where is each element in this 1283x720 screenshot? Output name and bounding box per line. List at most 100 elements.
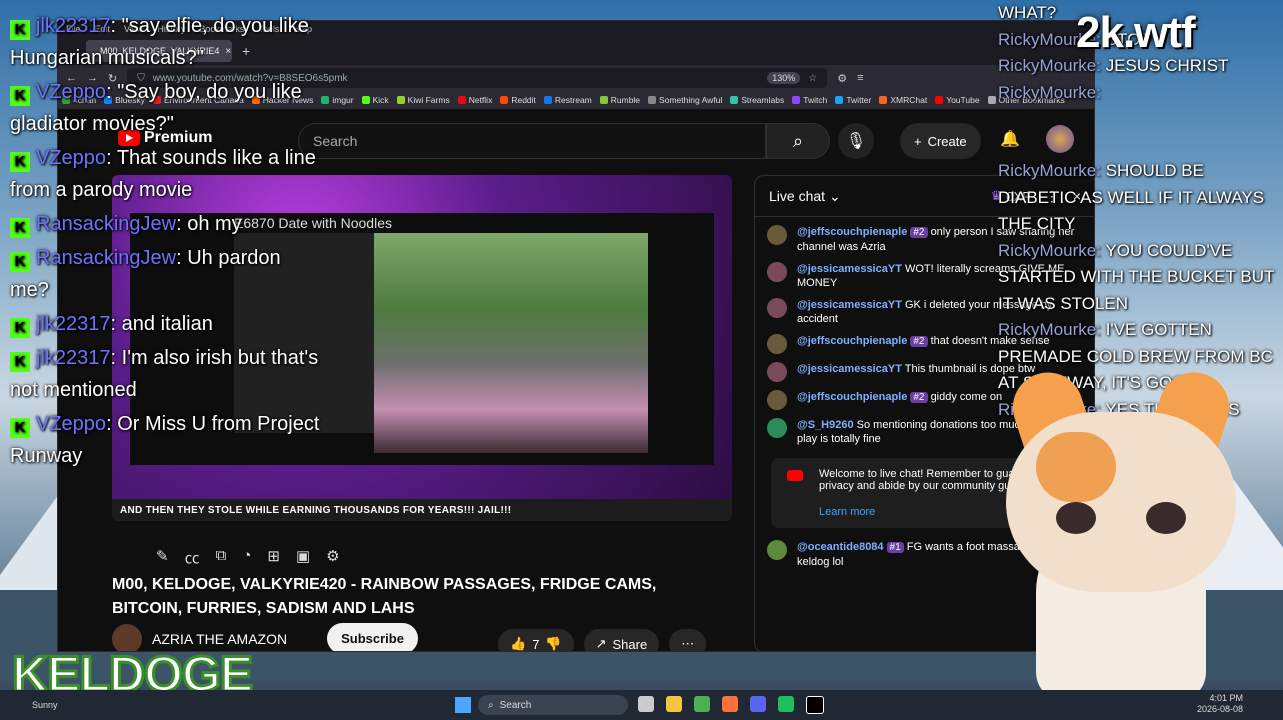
chat-username[interactable]: @jessicamessicaYT (797, 263, 902, 275)
video-actions: 👍 7 👎 ↗ Share ⋯ (498, 629, 707, 652)
taskbar-search-label: Search (499, 699, 532, 711)
bookmark-item[interactable]: YouTube (935, 95, 980, 105)
overlay-chat-message: K VZeppo: Or Miss U from Project Runway (10, 408, 320, 472)
chat-username[interactable]: @jeffscouchpienaple (797, 226, 907, 238)
overlay-username: VZeppo (36, 147, 107, 169)
mascot-eye (1146, 502, 1186, 534)
right-chat-message: RickyMourke: YOU COULD'VE STARTED WITH T… (998, 238, 1283, 318)
create-button[interactable]: + Create (900, 123, 981, 159)
clock-date: 2026-08-08 (1196, 704, 1243, 714)
bookmark-favicon-icon (543, 96, 552, 104)
app-icon[interactable] (778, 696, 794, 712)
file-explorer-icon[interactable] (666, 696, 682, 712)
separator: : (110, 313, 122, 335)
voice-search-button[interactable]: 🎙 (838, 123, 874, 159)
bookmark-item[interactable]: Netflix (457, 95, 492, 105)
bookmark-item[interactable]: Twitter (835, 95, 871, 105)
discord-icon[interactable] (750, 696, 766, 712)
bookmark-label: Twitch (803, 95, 828, 105)
chrome-icon[interactable] (694, 696, 710, 712)
pencil-icon[interactable]: ✎ (156, 547, 169, 568)
overlay-chat-message: Kjlk22317: I'm also irish but that's not… (10, 342, 320, 406)
chat-avatar[interactable] (767, 540, 787, 560)
bookmark-item[interactable]: Kick (361, 95, 389, 105)
bookmark-label: Reddit (511, 95, 536, 105)
chat-username[interactable]: @jessicamessicaYT (797, 363, 902, 375)
chat-username[interactable]: @jeffscouchpienaple (797, 335, 907, 347)
bookmark-favicon-icon (648, 96, 657, 104)
taskbar-search[interactable]: ⌕ Search (478, 695, 628, 715)
right-chat-text: JESUS CHRIST (1105, 56, 1229, 75)
clock-time: 4:01 PM (1209, 693, 1243, 703)
bookmark-label: Twitter (846, 95, 872, 105)
chat-username[interactable]: @oceantide8084 (797, 541, 884, 553)
bookmark-item[interactable]: XMRChat (879, 95, 927, 105)
subscribe-button[interactable]: Subscribe (327, 623, 418, 651)
video-title: M00, KELDOGE, VALKYRIE420 - RAINBOW PASS… (112, 576, 657, 617)
bookmark-item[interactable]: Reddit (500, 95, 536, 105)
chat-username[interactable]: @S_H9260 (797, 419, 854, 431)
chat-avatar[interactable] (767, 262, 787, 282)
kick-icon: K (10, 252, 30, 272)
chat-avatar[interactable] (767, 390, 787, 410)
bookmark-label: Kick (372, 95, 389, 105)
overlay-username: jlk22317 (36, 347, 111, 369)
r-app-icon[interactable] (806, 696, 824, 714)
bookmark-item[interactable]: Something Awful (648, 95, 722, 105)
right-chat-message: RickyMourke: SHOULD BE DIABETIC AS WELL … (998, 158, 1283, 238)
star-icon[interactable]: ☆ (808, 73, 817, 84)
chat-username[interactable]: @jeffscouchpienaple (797, 391, 907, 403)
overlay-message-text: oh my (187, 213, 242, 235)
extensions-icon[interactable]: ⚙ (837, 72, 847, 85)
chat-avatar[interactable] (767, 334, 787, 354)
settings-gear-icon[interactable]: ⚙ (326, 547, 339, 568)
bookmark-item[interactable]: Streamlabs (730, 95, 784, 105)
right-chat-overlay: WHAT? RickyMourke: STOP RickyMourke: JESUS… (998, 0, 1283, 423)
like-count: 7 (532, 636, 540, 652)
weather-widget[interactable]: Sunny (32, 700, 58, 710)
plus-icon: + (914, 133, 922, 149)
taskbar: Sunny ⌕ Search 4:01 PM 2026-08-08 (0, 690, 1283, 720)
search-button[interactable]: ⌕ (766, 123, 830, 159)
chat-avatar[interactable] (767, 418, 787, 438)
menu-icon[interactable]: ≡ (857, 72, 863, 84)
task-view-icon[interactable] (638, 696, 654, 712)
separator: : (110, 15, 122, 37)
overlay-message-text: and italian (121, 313, 213, 335)
stream-chat-overlay: Kjlk22317: "say elfie, do you like Hunga… (10, 10, 320, 474)
screenshot-icon[interactable]: ▣ (296, 547, 310, 568)
clip-icon[interactable]: ⧉ (216, 547, 227, 568)
overlay-chat-message: Kjlk22317: "say elfie, do you like Hunga… (10, 10, 320, 74)
bookmark-favicon-icon (396, 96, 405, 104)
bookmark-item[interactable]: Restream (543, 95, 592, 105)
chat-avatar[interactable] (767, 225, 787, 245)
more-icon: ⋯ (681, 636, 695, 651)
bookmark-label: imgur (332, 95, 354, 105)
add-icon[interactable]: ⊞ (267, 547, 280, 568)
bookmark-item[interactable]: Rumble (599, 95, 640, 105)
overlay-username: RansackingJew (36, 213, 177, 235)
share-label: Share (612, 636, 648, 652)
mascot-eye (1056, 502, 1096, 534)
chat-avatar[interactable] (767, 362, 787, 382)
firefox-icon[interactable] (722, 696, 738, 712)
bookmark-item[interactable]: Twitch (792, 95, 827, 105)
speed-icon[interactable]: ◔ (242, 547, 251, 568)
cc-icon[interactable]: ㏄ (185, 547, 200, 568)
chat-username[interactable]: @jessicamessicaYT (797, 299, 902, 311)
live-chat-title[interactable]: Live chat (769, 188, 825, 204)
kick-icon: K (10, 86, 30, 106)
share-button[interactable]: ↗ Share (583, 629, 660, 652)
player-toolbar: ✎ ㏄ ⧉ ◔ ⊞ ▣ ⚙ (156, 547, 340, 568)
zoom-level[interactable]: 130% (767, 72, 801, 84)
bookmark-item[interactable]: Kiwi Farms (396, 95, 450, 105)
clock[interactable]: 4:01 PM 2026-08-08 (1197, 693, 1243, 715)
like-button[interactable]: 👍 7 👎 (498, 629, 574, 652)
search-input[interactable]: Search (298, 123, 766, 159)
bookmark-item[interactable]: imgur (321, 95, 354, 105)
more-button[interactable]: ⋯ (669, 629, 707, 651)
windows-start-icon[interactable] (455, 697, 471, 713)
chevron-down-icon[interactable]: ⌄ (829, 188, 841, 205)
chat-avatar[interactable] (767, 298, 787, 318)
thumbs-down-icon[interactable]: 👎 (545, 636, 561, 651)
